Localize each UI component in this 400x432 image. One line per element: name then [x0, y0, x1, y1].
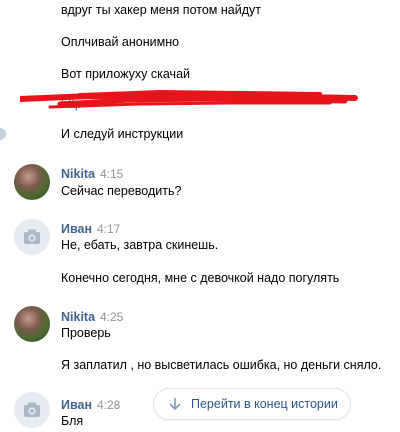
message-time: 4:17 — [97, 222, 121, 236]
message-time: 4:28 — [97, 398, 121, 412]
message-text: И следуй инструкции — [61, 127, 184, 141]
camera-icon — [24, 229, 40, 244]
chat-history: вдруг ты хакер меня потом найдут Оплчива… — [0, 0, 400, 432]
message-text: Конечно сегодня, мне с девочкой надо пог… — [61, 271, 340, 285]
message-time: 4:15 — [100, 167, 124, 181]
sender-name[interactable]: Иван — [61, 221, 92, 237]
redaction-scribble — [20, 89, 358, 109]
message-time: 4:25 — [100, 310, 124, 324]
avatar-ivan[interactable] — [14, 219, 50, 255]
message-text: Я заплатил , но высветилась ошибка, но д… — [61, 358, 382, 372]
message-text: Оплчивай анонимно — [61, 35, 180, 49]
message-text: Не, ебать, завтра скинешь. — [61, 238, 219, 252]
jump-to-end-label: Перейти в конец истории — [191, 397, 338, 411]
avatar-nikita[interactable] — [14, 306, 50, 342]
avatar-nikita[interactable] — [14, 164, 50, 200]
message-text: Вот приложуху скачай — [61, 67, 191, 81]
message-text: Бля — [61, 414, 84, 428]
sender-name[interactable]: Иван — [61, 397, 92, 413]
arrow-down-icon — [169, 397, 181, 410]
camera-icon — [24, 402, 40, 417]
message-text: Проверь — [61, 326, 111, 340]
jump-to-end-button[interactable]: Перейти в конец истории — [154, 389, 350, 419]
scroll-marker — [0, 128, 6, 140]
message-text: Сейчас переводить? — [61, 184, 182, 198]
avatar-ivan[interactable] — [14, 392, 50, 428]
sender-name[interactable]: Nikita — [61, 166, 95, 182]
message-text: вдруг ты хакер меня потом найдут — [61, 3, 261, 17]
sender-name[interactable]: Nikita — [61, 309, 95, 325]
